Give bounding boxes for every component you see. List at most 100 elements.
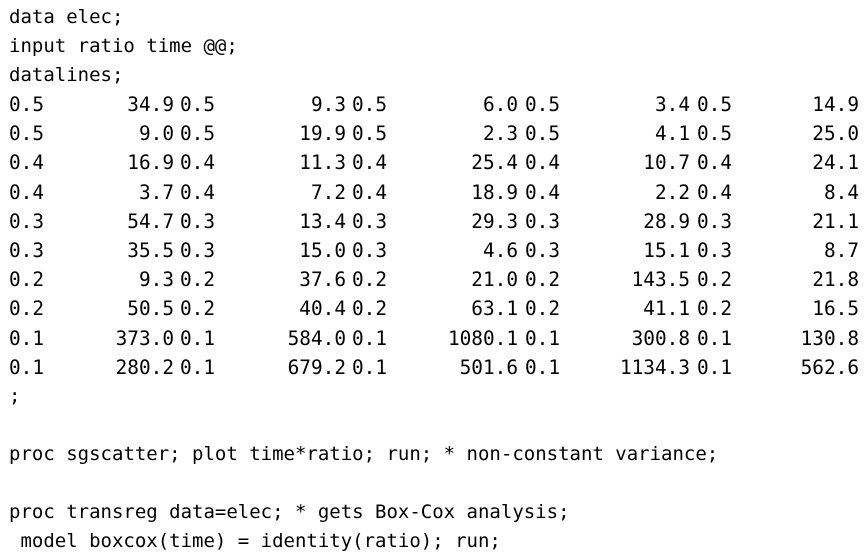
time-value: 3.7 — [138, 180, 174, 204]
time-value: 7.2 — [310, 180, 346, 204]
data-row: 0.1 373.0 0.1 584.0 0.1 1080.1 0.1 300.8 0.1 130.… — [9, 324, 859, 353]
data-row: 0.3 54.7 0.3 13.4 0.3 29.3 0.3 28.9 0.3 21.1 — [9, 207, 859, 236]
code-line-datalines-statement: datalines; — [9, 64, 124, 86]
ratio-value: 0.3 — [180, 209, 216, 233]
datalines-block: 0.5 34.9 0.5 9.3 0.5 6.0 0.5 3.4 0.5 14.9 0.5 9.0 0.… — [9, 90, 859, 382]
ratio-value: 0.3 — [525, 238, 561, 262]
time-value: 373.0 — [115, 326, 174, 350]
time-value: 9.3 — [138, 268, 174, 292]
time-value: 3.4 — [654, 93, 690, 116]
time-value: 8.7 — [823, 238, 859, 262]
time-value: 1134.3 — [619, 355, 690, 379]
ratio-value: 0.4 — [697, 180, 733, 204]
time-value: 4.1 — [654, 122, 690, 146]
ratio-value: 0.5 — [697, 93, 733, 116]
time-value: 130.8 — [800, 326, 859, 350]
time-value: 1080.1 — [447, 326, 518, 350]
ratio-value: 0.2 — [352, 297, 388, 321]
ratio-value: 0.1 — [352, 355, 388, 379]
time-value: 2.2 — [654, 180, 690, 204]
code-line-data-statement: data elec; — [9, 6, 124, 28]
data-row: 0.2 9.3 0.2 37.6 0.2 21.0 0.2 143.5 0.2 21.8 — [9, 265, 859, 294]
ratio-value: 0.2 — [525, 268, 561, 292]
code-line-proc-transreg: proc transreg data=elec; * gets Box-Cox … — [9, 500, 570, 523]
ratio-value: 0.1 — [180, 355, 216, 379]
ratio-value: 0.2 — [697, 297, 733, 321]
time-value: 584.0 — [287, 326, 346, 350]
time-value: 562.6 — [800, 355, 859, 379]
time-value: 35.5 — [127, 238, 174, 262]
time-value: 21.0 — [471, 268, 518, 292]
ratio-value: 0.4 — [525, 151, 561, 175]
sas-code-listing: data elec; input ratio time @@; dataline… — [9, 3, 859, 556]
ratio-value: 0.5 — [352, 93, 388, 116]
time-value: 11.3 — [299, 151, 346, 175]
data-row: 0.5 34.9 0.5 9.3 0.5 6.0 0.5 3.4 0.5 14.9 — [9, 90, 859, 119]
ratio-value: 0.3 — [9, 209, 45, 233]
time-value: 300.8 — [631, 326, 690, 350]
ratio-value: 0.4 — [352, 180, 388, 204]
ratio-value: 0.3 — [697, 209, 733, 233]
time-value: 21.1 — [812, 209, 859, 233]
time-value: 2.3 — [482, 122, 518, 146]
ratio-value: 0.1 — [9, 355, 45, 379]
ratio-value: 0.4 — [9, 151, 45, 175]
time-value: 13.4 — [299, 209, 346, 233]
time-value: 14.9 — [812, 93, 859, 116]
ratio-value: 0.4 — [525, 180, 561, 204]
ratio-value: 0.5 — [352, 122, 388, 146]
time-value: 24.1 — [812, 151, 859, 175]
time-value: 15.0 — [299, 238, 346, 262]
ratio-value: 0.1 — [525, 326, 561, 350]
time-value: 40.4 — [299, 297, 346, 321]
ratio-value: 0.3 — [697, 238, 733, 262]
ratio-value: 0.2 — [180, 297, 216, 321]
ratio-value: 0.5 — [697, 122, 733, 146]
time-value: 37.6 — [299, 268, 346, 292]
time-value: 29.3 — [471, 209, 518, 233]
ratio-value: 0.5 — [180, 93, 216, 116]
ratio-value: 0.1 — [9, 326, 45, 350]
code-line-terminator: ; — [9, 384, 21, 407]
ratio-value: 0.5 — [525, 122, 561, 146]
ratio-value: 0.4 — [180, 151, 216, 175]
time-value: 8.4 — [823, 180, 859, 204]
ratio-value: 0.4 — [180, 180, 216, 204]
ratio-value: 0.2 — [180, 268, 216, 292]
data-row: 0.2 50.5 0.2 40.4 0.2 63.1 0.2 41.1 0.2 16.5 — [9, 294, 859, 323]
time-value: 63.1 — [471, 297, 518, 321]
time-value: 21.8 — [812, 268, 859, 292]
time-value: 50.5 — [127, 297, 174, 321]
ratio-value: 0.2 — [525, 297, 561, 321]
ratio-value: 0.5 — [525, 93, 561, 116]
data-row: 0.5 9.0 0.5 19.9 0.5 2.3 0.5 4.1 0.5 25.0 — [9, 119, 859, 148]
time-value: 9.0 — [138, 122, 174, 146]
time-value: 41.1 — [643, 297, 690, 321]
time-value: 54.7 — [127, 209, 174, 233]
ratio-value: 0.1 — [525, 355, 561, 379]
ratio-value: 0.5 — [9, 93, 45, 116]
data-row: 0.4 3.7 0.4 7.2 0.4 18.9 0.4 2.2 0.4 8.4 — [9, 178, 859, 207]
ratio-value: 0.3 — [525, 209, 561, 233]
data-row: 0.4 16.9 0.4 11.3 0.4 25.4 0.4 10.7 0.4 24.1 — [9, 148, 859, 177]
time-value: 6.0 — [482, 93, 518, 116]
time-value: 34.9 — [127, 93, 174, 116]
time-value: 18.9 — [471, 180, 518, 204]
ratio-value: 0.4 — [352, 151, 388, 175]
code-line-proc-sgscatter: proc sgscatter; plot time*ratio; run; * … — [9, 442, 719, 465]
ratio-value: 0.3 — [352, 238, 388, 262]
time-value: 501.6 — [459, 355, 518, 379]
code-line-input-statement: input ratio time @@; — [9, 35, 238, 57]
ratio-value: 0.1 — [180, 326, 216, 350]
ratio-value: 0.3 — [180, 238, 216, 262]
ratio-value: 0.4 — [697, 151, 733, 175]
data-row: 0.1 280.2 0.1 679.2 0.1 501.6 0.1 1134.3 0.1 562.… — [9, 353, 859, 382]
ratio-value: 0.2 — [697, 268, 733, 292]
time-value: 16.5 — [812, 297, 859, 321]
time-value: 16.9 — [127, 151, 174, 175]
time-value: 679.2 — [287, 355, 346, 379]
ratio-value: 0.4 — [9, 180, 45, 204]
time-value: 10.7 — [643, 151, 690, 175]
time-value: 280.2 — [115, 355, 174, 379]
